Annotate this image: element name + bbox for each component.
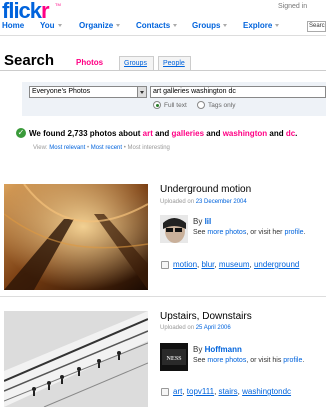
avatar[interactable]: [160, 215, 188, 243]
photo-thumbnail[interactable]: [4, 184, 148, 290]
tab-people[interactable]: People: [158, 56, 191, 71]
tag-list: motion, blur, museum, underground: [173, 260, 300, 269]
tag-icon: [161, 388, 169, 396]
main-nav: Home You Organize Contacts Groups Explor…: [0, 18, 326, 36]
page-title: Search: [4, 52, 55, 69]
full-text-radio[interactable]: [153, 101, 161, 109]
author-byline: By lil: [193, 217, 212, 226]
tag-link[interactable]: art: [173, 387, 182, 396]
scope-select[interactable]: Everyone's Photos: [29, 86, 147, 98]
nav-divider: [0, 35, 326, 36]
tag-list: art, topv111, stairs, washingtondc: [173, 387, 292, 396]
nav-contacts[interactable]: Contacts: [136, 21, 178, 30]
result-divider: [0, 296, 326, 297]
tag-link[interactable]: museum: [219, 260, 250, 269]
more-photos-link[interactable]: more photos: [207, 357, 246, 364]
tag-link[interactable]: underground: [254, 260, 299, 269]
profile-link[interactable]: profile: [284, 229, 303, 236]
tag-link[interactable]: washingtondc: [242, 387, 291, 396]
tag-link[interactable]: stairs: [219, 387, 238, 396]
chevron-down-icon: [116, 24, 121, 28]
view-most-interesting[interactable]: Most interesting: [128, 145, 170, 151]
author-byline: By Hoffmann: [193, 345, 242, 354]
author-links: See more photos, or visit her profile.: [193, 229, 306, 236]
result-title[interactable]: Underground motion: [160, 184, 251, 195]
chevron-down-icon: [223, 24, 228, 28]
signed-in-label: Signed in: [278, 3, 308, 10]
tab-groups[interactable]: Groups: [119, 56, 154, 71]
chevron-down-icon: [275, 24, 280, 28]
nav-organize[interactable]: Organize: [79, 21, 121, 30]
upload-date: Uploaded on 23 December 2004: [160, 199, 247, 205]
photo-thumbnail[interactable]: [4, 311, 148, 407]
view-options: View: Most relevant • Most recent • Most…: [33, 145, 170, 151]
svg-text:NESS: NESS: [166, 356, 182, 362]
tags-only-radio[interactable]: [197, 101, 205, 109]
chevron-down-icon: [173, 24, 178, 28]
tags-only-label[interactable]: Tags only: [208, 102, 235, 109]
author-link[interactable]: lil: [205, 217, 212, 226]
chevron-down-icon[interactable]: [137, 87, 146, 97]
view-most-relevant[interactable]: Most relevant: [49, 145, 85, 151]
header-search-input[interactable]: Search: [307, 21, 326, 32]
more-photos-link[interactable]: more photos: [207, 229, 246, 236]
nav-you[interactable]: You: [40, 21, 62, 30]
tag-icon: [161, 261, 169, 269]
tab-divider: [0, 70, 326, 71]
result-title[interactable]: Upstairs, Downstairs: [160, 311, 252, 322]
tag-link[interactable]: topv111: [187, 387, 214, 396]
nav-groups[interactable]: Groups: [192, 21, 228, 30]
upload-date: Uploaded on 25 April 2006: [160, 325, 231, 331]
author-link[interactable]: Hoffmann: [205, 345, 242, 354]
tag-link[interactable]: motion: [173, 260, 197, 269]
view-most-recent[interactable]: Most recent: [91, 145, 122, 151]
profile-link[interactable]: profile: [283, 357, 302, 364]
author-links: See more photos, or visit his profile.: [193, 357, 305, 364]
chevron-down-icon: [57, 24, 62, 28]
avatar[interactable]: NESS: [160, 343, 188, 371]
nav-home[interactable]: Home: [2, 21, 24, 30]
tab-photos[interactable]: Photos: [76, 58, 103, 67]
results-summary: We found 2,733 photos about art and gall…: [29, 129, 298, 138]
nav-explore[interactable]: Explore: [243, 21, 280, 30]
tag-link[interactable]: blur: [201, 260, 214, 269]
search-input[interactable]: art galleries washington dc: [150, 86, 326, 98]
trademark-mark: TM: [55, 2, 61, 7]
checkmark-icon: ✓: [16, 128, 26, 138]
full-text-label[interactable]: Full text: [164, 102, 187, 109]
